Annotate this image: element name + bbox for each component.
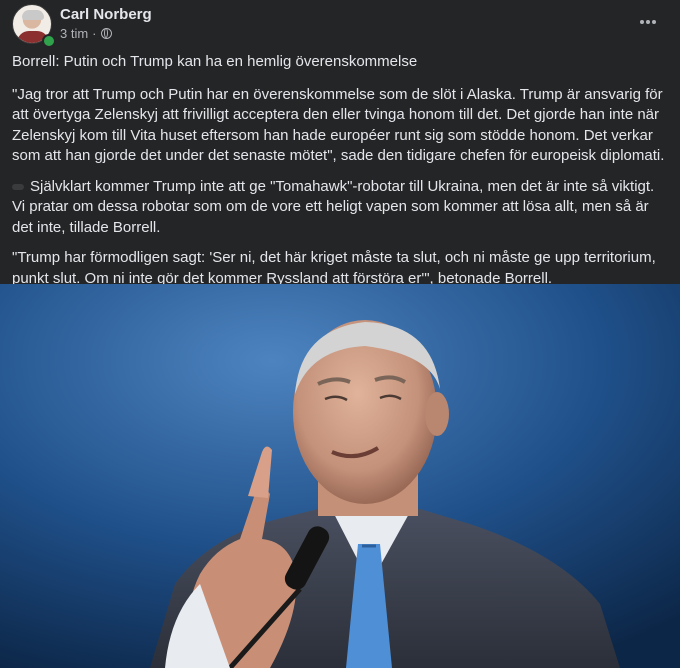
globe-icon[interactable] [100, 28, 112, 39]
post-text: Borrell: Putin och Trump kan ha en hemli… [12, 52, 668, 299]
post-header: Carl Norberg 3 tim · [12, 4, 668, 48]
bullet-icon [12, 183, 24, 190]
post-paragraph-2: Självklart kommer Trump inte att ge "Tom… [12, 177, 668, 239]
post-paragraph-3: "Trump har förmodligen sagt: 'Ser ni, de… [12, 249, 656, 287]
more-options-button[interactable] [634, 8, 662, 36]
avatar-hair [22, 10, 44, 20]
post-photo[interactable] [0, 284, 680, 668]
photo-illustration [0, 284, 680, 668]
post-paragraph-2-text: Självklart kommer Trump inte att ge "Tom… [12, 177, 655, 236]
post-meta: 3 tim · [60, 26, 112, 41]
meta-separator: · [92, 26, 97, 41]
more-horizontal-icon [640, 20, 656, 24]
online-status-icon [42, 34, 56, 48]
author-name[interactable]: Carl Norberg [60, 6, 152, 23]
post-time[interactable]: 3 tim [60, 26, 88, 41]
post-headline: Borrell: Putin och Trump kan ha en hemli… [12, 53, 418, 70]
post-paragraph-1: "Jag tror att Trump och Putin har en öve… [12, 85, 665, 165]
